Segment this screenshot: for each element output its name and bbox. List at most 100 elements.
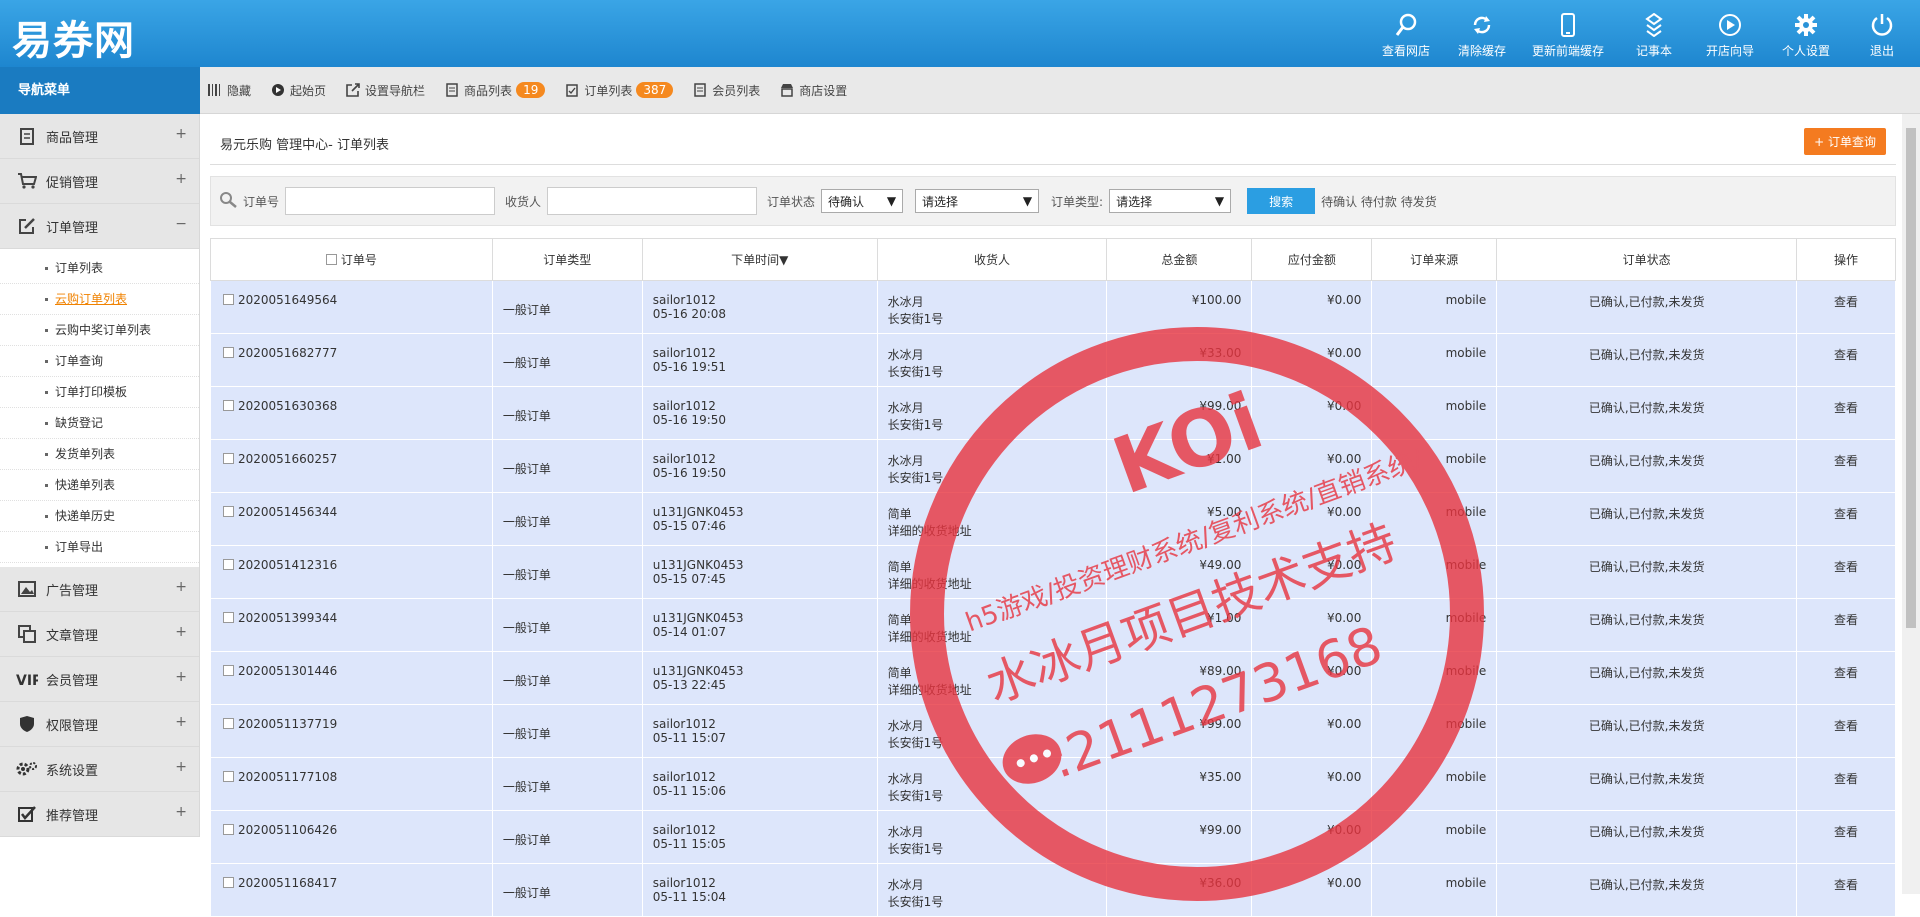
order-status-select[interactable]: 待确认 ▼ [821,189,904,213]
row-checkbox[interactable] [223,665,234,676]
table-row[interactable]: 2020051168417 一般订单 sailor1012 05-11 15:04 水冰… [210,863,1896,917]
submenu-item[interactable]: 云购中奖订单列表 [0,315,199,346]
search-button[interactable]: 搜索 [1247,188,1316,214]
table-row[interactable]: 2020051682777 一般订单 sailor1012 05-16 19:51 水冰… [210,333,1896,387]
order-no-input[interactable] [285,187,496,215]
table-row[interactable]: 2020051137719 一般订单 sailor1012 05-11 15:07 水冰… [210,704,1896,758]
update-frontend-cache-button[interactable]: 更新前端缓存 [1520,0,1616,67]
view-link[interactable]: 查看 [1796,386,1896,440]
order-type-cell: 一般订单 [491,439,643,493]
due-amount: ¥0.00 [1251,492,1373,546]
expand-toggle[interactable]: + [175,624,187,640]
view-link[interactable]: 查看 [1796,863,1896,917]
table-row[interactable]: 2020051106426 一般订单 sailor1012 05-11 15:05 水冰… [210,810,1896,864]
view-shop-button[interactable]: 查看网店 [1368,0,1444,67]
expand-toggle[interactable]: + [175,759,187,775]
quick-status-links[interactable]: 待确认 待付款 待发货 [1321,193,1437,210]
vertical-scrollbar[interactable] [1902,114,1920,894]
expand-toggle[interactable]: + [175,714,187,730]
view-link[interactable]: 查看 [1796,757,1896,811]
order-query-button[interactable]: + 订单查询 [1804,128,1886,155]
table-row[interactable]: 2020051177108 一般订单 sailor1012 05-11 15:06 水冰… [210,757,1896,811]
col-order-no[interactable]: 订单号 [210,238,493,281]
table-row[interactable]: 2020051399344 一般订单 u131JGNK0453 05-14 01:07… [210,598,1896,652]
tab-shop-settings[interactable]: 商店设置 [780,82,847,99]
scrollbar-thumb[interactable] [1906,128,1916,628]
submenu-item[interactable]: 发货单列表 [0,439,199,470]
table-row[interactable]: 2020051301446 一般订单 u131JGNK0453 05-13 22:45… [210,651,1896,705]
row-checkbox[interactable] [223,824,234,835]
sidebar-item-system[interactable]: 系统设置 + [0,747,199,792]
tab-member-list[interactable]: 会员列表 [693,82,760,99]
submenu-item[interactable]: 快递单历史 [0,501,199,532]
tab-nav-settings[interactable]: 设置导航栏 [346,82,425,99]
row-checkbox[interactable] [223,559,234,570]
expand-toggle[interactable]: + [175,804,187,820]
row-checkbox[interactable] [223,612,234,623]
sidebar-item-label: 文章管理 [46,628,99,644]
logout-button[interactable]: 退出 [1844,0,1920,67]
consignee-input[interactable] [547,187,758,215]
row-checkbox[interactable] [223,347,234,358]
table-row[interactable]: 2020051660257 一般订单 sailor1012 05-16 19:50 水冰… [210,439,1896,493]
expand-toggle[interactable]: + [175,171,187,187]
col-order-time[interactable]: 下单时间▼ [641,238,878,281]
view-link[interactable]: 查看 [1796,492,1896,546]
order-source: mobile [1371,810,1498,864]
row-checkbox[interactable] [223,718,234,729]
view-link[interactable]: 查看 [1796,810,1896,864]
tab-order-list[interactable]: 订单列表 387 [565,82,674,99]
sidebar-item-orders[interactable]: 订单管理 − [0,204,199,249]
tab-goods-list[interactable]: 商品列表 19 [445,82,546,99]
sidebar-item-recommend[interactable]: 推荐管理 + [0,792,199,837]
expand-toggle[interactable]: + [175,126,187,142]
expand-toggle[interactable]: + [175,579,187,595]
secondary-status-select[interactable]: 请选择 ▼ [915,189,1040,213]
submenu-item-active[interactable]: 云购订单列表 [0,284,199,315]
view-link[interactable]: 查看 [1796,598,1896,652]
view-link[interactable]: 查看 [1796,651,1896,705]
site-logo[interactable]: 易券网 [12,8,135,66]
shop-wizard-button[interactable]: 开店向导 [1692,0,1768,67]
view-link[interactable]: 查看 [1796,545,1896,599]
submenu-item[interactable]: 订单导出 [0,532,199,563]
table-row[interactable]: 2020051412316 一般订单 u131JGNK0453 05-15 07:45… [210,545,1896,599]
expand-toggle[interactable]: + [175,669,187,685]
sidebar-item-articles[interactable]: 文章管理 + [0,612,199,657]
row-checkbox[interactable] [223,877,234,888]
clear-cache-button[interactable]: 清除缓存 [1444,0,1520,67]
submenu-item[interactable]: 缺货登记 [0,408,199,439]
order-type-select[interactable]: 请选择 ▼ [1109,189,1232,213]
row-checkbox[interactable] [223,294,234,305]
row-checkbox[interactable] [223,771,234,782]
sidebar-item-permissions[interactable]: 权限管理 + [0,702,199,747]
personal-settings-button[interactable]: 个人设置 [1768,0,1844,67]
view-link[interactable]: 查看 [1796,280,1896,334]
table-row[interactable]: 2020051456344 一般订单 u131JGNK0453 05-15 07:46… [210,492,1896,546]
collapse-toggle[interactable]: − [175,216,187,232]
order-no-cell: 2020051177108 [210,757,493,811]
consignee-cell: 水冰月 长安街1号 [876,704,1108,758]
table-row[interactable]: 2020051630368 一般订单 sailor1012 05-16 19:50 水冰… [210,386,1896,440]
sidebar-item-promotion[interactable]: 促销管理 + [0,159,199,204]
submenu-item[interactable]: 订单列表 [0,253,199,284]
sidebar-item-goods[interactable]: 商品管理 + [0,114,199,159]
submenu-item[interactable]: 订单打印模板 [0,377,199,408]
row-checkbox[interactable] [223,453,234,464]
select-all-checkbox[interactable] [325,254,337,265]
total-amount: ¥1.00 [1106,598,1253,652]
sidebar-item-members[interactable]: VIP 会员管理 + [0,657,199,702]
tab-start-page[interactable]: 起始页 [271,82,326,99]
sidebar-item-ads[interactable]: 广告管理 + [0,567,199,612]
table-row[interactable]: 2020051649564 一般订单 sailor1012 05-16 20:08 水冰… [210,280,1896,334]
row-checkbox[interactable] [223,506,234,517]
view-link[interactable]: 查看 [1796,439,1896,493]
submenu-item[interactable]: 快递单列表 [0,470,199,501]
view-link[interactable]: 查看 [1796,333,1896,387]
view-link[interactable]: 查看 [1796,704,1896,758]
row-checkbox[interactable] [223,400,234,411]
order-no: 2020051456344 [238,505,338,519]
submenu-item[interactable]: 订单查询 [0,346,199,377]
notebook-button[interactable]: 记事本 [1616,0,1692,67]
tab-hide[interactable]: 隐藏 [208,82,251,99]
